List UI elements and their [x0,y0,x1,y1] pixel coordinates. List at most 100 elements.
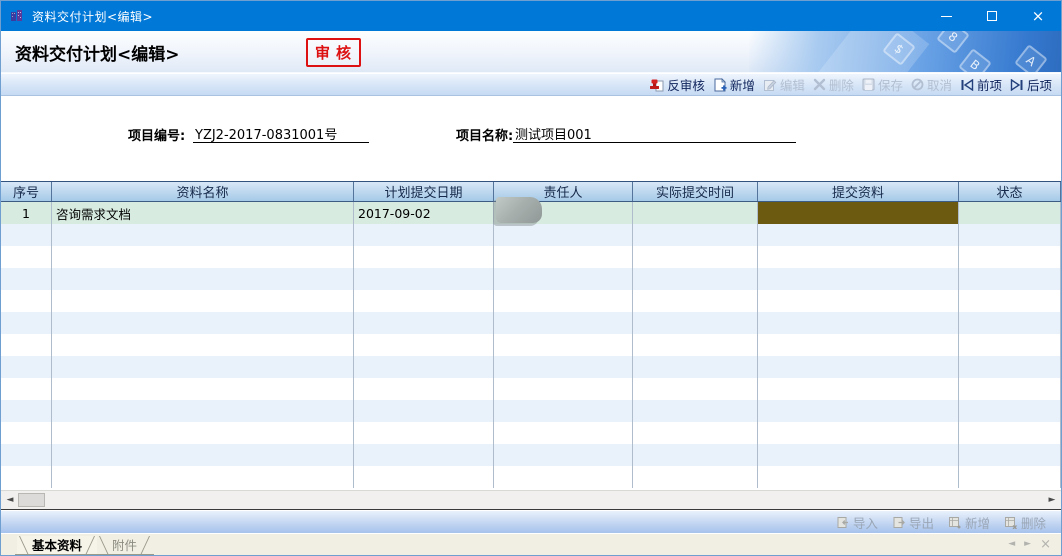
export-button: 导出 [885,513,941,532]
bottom-tabbar: 基本资料 附件 ◄ ► × [1,533,1061,556]
edit-label: 编辑 [780,75,805,94]
import-icon [836,516,849,529]
b-key-icon: B [958,48,992,72]
tab-attachments-label: 附件 [112,538,137,553]
tab-next-icon[interactable]: ► [1024,539,1031,549]
close-button[interactable]: × [1015,1,1061,31]
export-label: 导出 [909,513,934,532]
table-row-empty[interactable] [1,268,1061,290]
new-row-icon [948,516,961,529]
tab-navigation: ◄ ► × [1008,534,1061,549]
a-key-icon: A [1014,44,1048,72]
column-header-name: 资料名称 [52,182,354,201]
unapprove-button[interactable]: 反审核 [645,75,709,94]
header-decorative-art: $ 8 B A [749,31,1061,72]
save-icon [862,78,875,91]
cell-plandate: 2017-09-02 [354,202,494,224]
table-row-empty[interactable] [1,378,1061,400]
unapprove-stamp-icon [649,78,664,92]
cancel-button: 取消 [907,75,956,94]
delete-icon [813,78,826,91]
table-row-empty[interactable] [1,334,1061,356]
table-row-empty[interactable] [1,224,1061,246]
tab-prev-icon[interactable]: ◄ [1008,539,1015,549]
next-item-button[interactable]: 后项 [1006,75,1056,94]
project-number-label: 项目编号: [128,125,185,144]
delete-label: 删除 [829,75,854,94]
scroll-left-icon[interactable]: ◄ [3,492,17,508]
titlebar: 资料交付计划<编辑> × [1,1,1061,31]
column-header-actual: 实际提交时间 [633,182,758,201]
cancel-label: 取消 [927,75,952,94]
edit-icon [763,78,777,92]
minimize-button[interactable] [923,1,969,31]
scrollbar-thumb[interactable] [18,493,45,507]
delete-row-icon [1004,516,1017,529]
save-button: 保存 [858,75,907,94]
form-area: 项目编号: YZJ2-2017-0831001号 项目名称: 测试项目001 [1,97,1061,181]
scroll-right-icon[interactable]: ► [1045,492,1059,508]
prev-item-icon [960,79,974,91]
new-doc-icon [713,78,727,92]
horizontal-scrollbar[interactable]: ◄ ► [1,490,1061,510]
table-row-empty[interactable] [1,356,1061,378]
page-title: 资料交付计划<编辑> [15,40,180,65]
app-window: 资料交付计划<编辑> × $ 8 B A 资料交付计划<编辑> 审核 反审核 [0,0,1062,556]
cell-status [959,202,1061,224]
project-name-field[interactable]: 测试项目001 [513,123,796,143]
column-header-status: 状态 [959,182,1061,201]
previous-item-label: 前项 [977,75,1002,94]
table-row-empty[interactable] [1,290,1061,312]
maximize-button[interactable] [969,1,1015,31]
table-row-empty[interactable] [1,444,1061,466]
redacted-owner-blob [496,197,542,223]
table-row-empty[interactable] [1,312,1061,334]
column-header-submit: 提交资料 [758,182,959,201]
main-toolbar: 反审核 新增 编辑 删除 [1,73,1061,96]
cell-owner [494,202,633,224]
table-row-empty[interactable] [1,422,1061,444]
add-label: 新增 [730,75,755,94]
export-icon [892,516,905,529]
column-header-plandate: 计划提交日期 [354,182,494,201]
cell-name: 咨询需求文档 [52,202,354,224]
next-item-label: 后项 [1027,75,1052,94]
save-label: 保存 [878,75,903,94]
previous-item-button[interactable]: 前项 [956,75,1006,94]
window-title: 资料交付计划<编辑> [32,8,153,25]
column-header-seq: 序号 [1,182,52,201]
import-button: 导入 [829,513,885,532]
project-number-field[interactable]: YZJ2-2017-0831001号 [193,123,369,143]
cell-seq: 1 [1,202,52,224]
table-row-selected[interactable]: 1 咨询需求文档 2017-09-02 [1,202,1061,224]
data-grid: 序号 资料名称 计划提交日期 责任人 实际提交时间 提交资料 状态 1 咨询需求… [1,181,1061,490]
footer-toolbar: 导入 导出 新增 删除 [1,511,1061,533]
page-header: $ 8 B A 资料交付计划<编辑> 审核 [1,31,1061,73]
eight-key-icon: 8 [936,31,970,54]
delete-row-button: 删除 [997,513,1053,532]
unapprove-label: 反审核 [667,75,705,94]
app-logo-icon [9,8,25,24]
project-name-label: 项目名称: [456,125,513,144]
table-row-empty[interactable] [1,400,1061,422]
add-row-label: 新增 [965,513,990,532]
tab-close-icon[interactable]: × [1040,540,1051,549]
close-icon: × [1032,9,1045,24]
cell-actual [633,202,758,224]
delete-row-label: 删除 [1021,513,1046,532]
next-item-icon [1010,79,1024,91]
tab-basic-info[interactable]: 基本资料 [17,536,97,555]
cancel-icon [911,78,924,91]
tab-attachments[interactable]: 附件 [97,536,152,555]
audit-stamp: 审核 [306,38,361,67]
add-button[interactable]: 新增 [709,75,759,94]
table-row-empty[interactable] [1,246,1061,268]
import-label: 导入 [853,513,878,532]
table-body: 1 咨询需求文档 2017-09-02 [1,202,1061,488]
table-row-empty[interactable] [1,466,1061,488]
add-row-button: 新增 [941,513,997,532]
cell-submit-filled [758,202,959,224]
tab-basic-info-label: 基本资料 [32,538,82,553]
minimize-icon [941,16,952,17]
edit-button: 编辑 [759,75,809,94]
